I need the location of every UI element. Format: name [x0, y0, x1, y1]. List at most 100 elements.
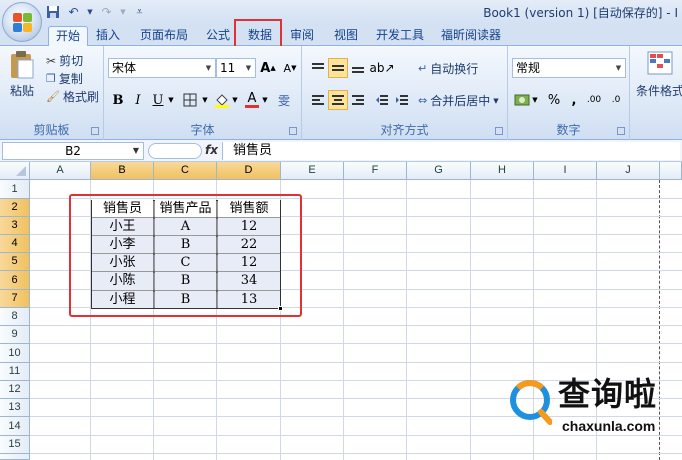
font-color-button[interactable]: A — [242, 90, 262, 110]
tab-view[interactable]: 视图 — [328, 26, 364, 46]
borders-button[interactable] — [180, 90, 200, 110]
search-logo-icon — [510, 380, 552, 425]
dialog-launcher-icon[interactable] — [495, 127, 503, 135]
column-header[interactable]: D — [217, 162, 281, 180]
font-size-combo[interactable]: 11 ▼ — [216, 58, 256, 78]
italic-button[interactable]: I — [128, 90, 148, 110]
table-highlight-box — [69, 194, 302, 317]
title-bar: ↶ ▼ ↷ ▼ ⩡ Book1 (version 1) [自动保存的] - I — [0, 0, 682, 24]
align-right-icon[interactable] — [348, 90, 368, 110]
bold-button[interactable]: B — [108, 90, 128, 110]
chevron-down-icon[interactable]: ▼ — [260, 90, 270, 110]
column-header[interactable]: B — [91, 162, 154, 180]
chevron-down-icon[interactable]: ▼ — [86, 4, 94, 20]
customize-qat-icon[interactable]: ⩡ — [131, 4, 148, 20]
office-button[interactable] — [2, 2, 42, 42]
column-header-partial[interactable] — [660, 162, 682, 180]
conditional-format-button[interactable]: 条件格式 — [636, 50, 682, 99]
number-group-label: 数字 — [556, 123, 581, 137]
column-header[interactable]: I — [534, 162, 597, 180]
chevron-down-icon[interactable]: ▼ — [119, 4, 127, 20]
row-header[interactable]: 10 — [0, 344, 30, 363]
paste-button[interactable]: 粘贴 — [6, 50, 38, 99]
row-header[interactable]: 13 — [0, 399, 30, 417]
tab-review[interactable]: 审阅 — [284, 26, 320, 46]
number-format-combo[interactable]: 常规 ▼ — [512, 58, 626, 78]
dialog-launcher-icon[interactable] — [91, 127, 99, 135]
tab-insert[interactable]: 插入 — [90, 26, 126, 46]
font-group: 宋体 ▼ 11 ▼ A ▲ A ▼ B I U ▼ ▼ ▼ A ▼ 雯 字体 — [104, 46, 302, 140]
undo-icon[interactable]: ↶ — [65, 4, 82, 20]
align-center-icon[interactable] — [328, 90, 348, 110]
row-header[interactable]: 9 — [0, 326, 30, 344]
column-header[interactable]: A — [30, 162, 91, 180]
wrap-text-button[interactable]: ↵ 自动换行 — [418, 60, 478, 77]
chevron-down-icon: ▼ — [132, 146, 139, 155]
name-box-resizer[interactable] — [148, 143, 202, 159]
chevron-down-icon[interactable]: ▼ — [230, 90, 240, 110]
chevron-down-icon[interactable]: ▼ — [166, 90, 176, 110]
select-all-corner[interactable] — [0, 162, 30, 180]
row-header[interactable]: 14 — [0, 417, 30, 436]
align-left-icon[interactable] — [308, 90, 328, 110]
column-header[interactable]: J — [597, 162, 660, 180]
row-header[interactable]: 1 — [0, 180, 30, 199]
percent-button[interactable]: % — [544, 90, 564, 110]
shrink-font-button[interactable]: A ▼ — [280, 58, 300, 78]
cut-button[interactable]: ✂ 剪切 — [46, 52, 83, 69]
name-box-value: B2 — [65, 144, 81, 158]
chevron-down-icon[interactable]: ▼ — [530, 90, 540, 110]
tab-developer[interactable]: 开发工具 — [372, 26, 428, 46]
row-header[interactable]: 12 — [0, 381, 30, 399]
merge-center-button[interactable]: ⇔ 合并后居中 ▼ — [418, 92, 499, 109]
format-painter-button[interactable]: 🖌 格式刷 — [46, 88, 99, 105]
tab-page-layout[interactable]: 页面布局 — [134, 26, 194, 46]
orientation-icon[interactable]: ab↗ — [369, 58, 394, 78]
dialog-launcher-icon[interactable] — [617, 127, 625, 135]
grid-line — [406, 180, 407, 460]
currency-icon — [514, 94, 530, 106]
increase-decimal-button[interactable]: .00 — [584, 90, 604, 110]
fill-color-button[interactable] — [212, 90, 232, 110]
decrease-indent-icon[interactable] — [372, 90, 392, 110]
align-bottom-icon[interactable] — [348, 58, 368, 78]
row-header[interactable]: 6 — [0, 271, 30, 290]
column-header[interactable]: E — [281, 162, 344, 180]
align-middle-icon[interactable] — [328, 58, 348, 78]
row-header[interactable]: 3 — [0, 217, 30, 235]
phonetic-button[interactable]: 雯 — [274, 90, 294, 110]
dialog-launcher-icon[interactable] — [289, 127, 297, 135]
name-box[interactable]: B2 ▼ — [2, 142, 144, 160]
save-icon[interactable] — [44, 4, 61, 20]
column-header[interactable]: C — [154, 162, 217, 180]
column-header[interactable]: G — [407, 162, 471, 180]
row-header-partial[interactable] — [0, 454, 30, 460]
row-header[interactable]: 4 — [0, 235, 30, 253]
font-name-combo[interactable]: 宋体 ▼ — [108, 58, 216, 78]
row-header[interactable]: 2 — [0, 199, 30, 217]
tab-foxit-reader[interactable]: 福昕阅读器 — [436, 26, 506, 46]
grow-font-button[interactable]: A ▲ — [258, 58, 278, 78]
row-header[interactable]: 11 — [0, 363, 30, 381]
align-top-icon[interactable] — [308, 58, 328, 78]
decrease-decimal-button[interactable]: .0 — [606, 90, 626, 110]
chevron-down-icon[interactable]: ▼ — [200, 90, 210, 110]
underline-button[interactable]: U — [148, 90, 168, 110]
watermark-brand: 查询啦 — [558, 375, 658, 413]
row-header[interactable]: 8 — [0, 308, 30, 326]
column-header[interactable]: F — [344, 162, 407, 180]
insert-function-button[interactable]: fx — [205, 143, 218, 157]
tab-formulas[interactable]: 公式 — [200, 26, 236, 46]
formula-input[interactable]: 销售员 — [222, 142, 680, 160]
grid-line — [30, 325, 682, 326]
redo-icon[interactable]: ↷ — [98, 4, 115, 20]
comma-button[interactable]: , — [564, 90, 584, 110]
column-header[interactable]: H — [471, 162, 534, 180]
copy-button[interactable]: ❐ 复制 — [46, 70, 83, 87]
row-header[interactable]: 7 — [0, 290, 30, 308]
row-header[interactable]: 15 — [0, 436, 30, 454]
currency-button[interactable] — [512, 90, 532, 110]
row-header[interactable]: 5 — [0, 253, 30, 271]
increase-indent-icon[interactable] — [392, 90, 412, 110]
tab-home[interactable]: 开始 — [48, 26, 88, 46]
